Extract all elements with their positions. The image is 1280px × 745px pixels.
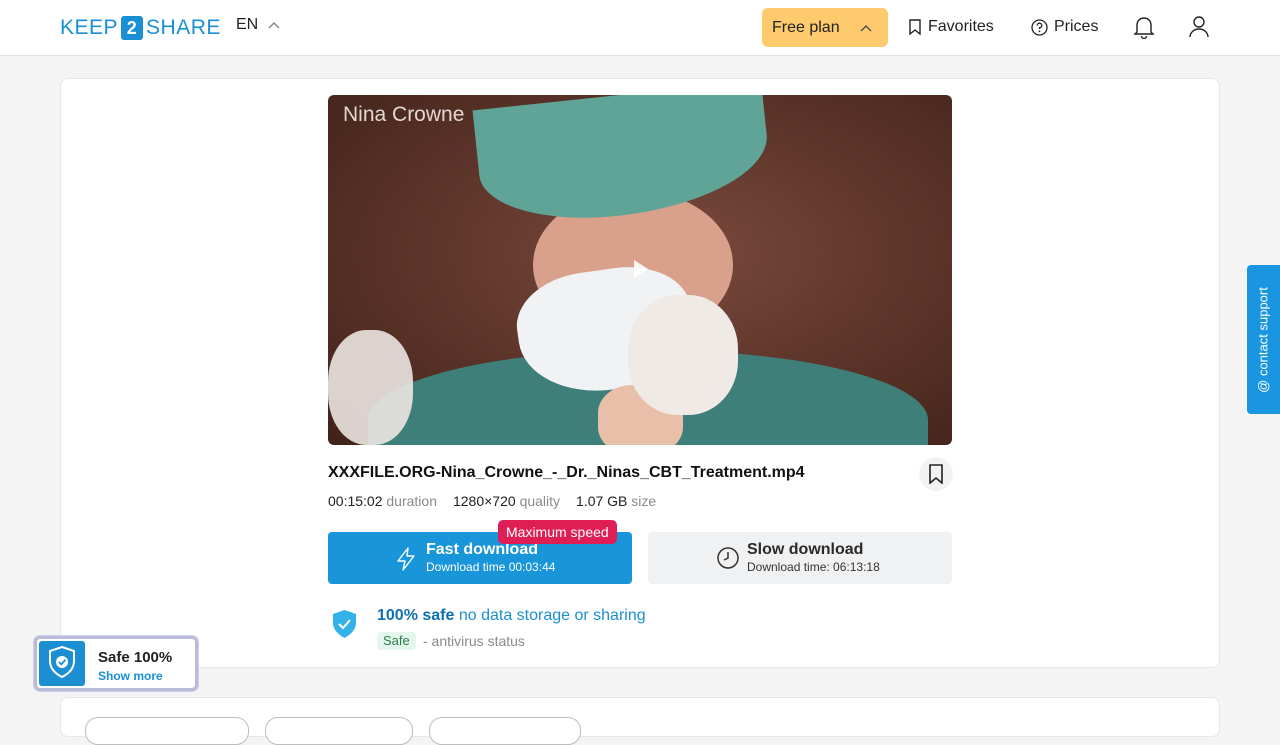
help-circle-icon (1031, 18, 1048, 36)
filter-pill[interactable] (85, 717, 249, 745)
free-plan-label: Free plan (772, 18, 840, 36)
logo-text-left: KEEP (60, 16, 119, 39)
safe-widget[interactable]: Safe 100% Show more (34, 636, 198, 691)
antivirus-status-text: - antivirus status (423, 633, 525, 649)
quality-label: quality (519, 493, 561, 509)
user-icon (1189, 16, 1209, 38)
favorites-label: Favorites (928, 18, 994, 35)
duration-label: duration (386, 493, 437, 509)
meta-quality: 1280×720 quality (453, 493, 560, 509)
chevron-up-icon (860, 24, 872, 32)
chevron-up-icon (268, 21, 280, 29)
quality-value: 1280×720 (452, 493, 516, 509)
filter-pill[interactable] (265, 717, 413, 745)
bottom-card (60, 697, 1220, 745)
bookmark-icon (929, 464, 943, 484)
shield-check-icon (333, 610, 356, 638)
fast-download-time: Download time 00:03:44 (426, 560, 556, 574)
slow-download-button[interactable]: Slow download Download time: 06:13:18 (648, 532, 952, 584)
maximum-speed-badge: Maximum speed (498, 520, 617, 544)
keep2share-logo[interactable]: KEEP 2 SHARE (60, 14, 221, 42)
meta-duration: 00:15:02 duration (328, 493, 437, 509)
preview-art (628, 295, 738, 415)
filter-pill[interactable] (429, 717, 581, 745)
shield-check-icon (49, 645, 75, 679)
safe-widget-show-more[interactable]: Show more (98, 669, 163, 683)
lightning-icon (397, 547, 415, 571)
language-label: EN (236, 16, 259, 33)
slow-download-time: Download time: 06:13:18 (747, 560, 880, 574)
slow-download-title: Slow download (747, 541, 864, 558)
logo-number: 2 (121, 16, 144, 40)
preview-art (472, 95, 774, 230)
size-label: size (631, 493, 657, 509)
size-value: 1.07 GB (576, 493, 628, 509)
prices-label: Prices (1054, 18, 1099, 35)
video-preview[interactable]: Nina Crowne (328, 95, 952, 445)
safe-status-chip: Safe (377, 632, 416, 650)
safety-headline-rest: no data storage or sharing (454, 607, 646, 624)
file-meta: 00:15:02 duration 1280×720 quality 1.07 … (328, 493, 656, 509)
duration-value: 00:15:02 (328, 493, 383, 509)
favorites-link[interactable]: Favorites (908, 16, 994, 38)
language-selector[interactable]: EN (236, 16, 280, 34)
contact-support-label: @ contact support (1255, 287, 1271, 393)
preview-watermark: Nina Crowne (343, 103, 465, 126)
safe-widget-title: Safe 100% (98, 649, 173, 666)
notifications-button[interactable] (1131, 14, 1157, 40)
safety-headline-bold: 100% safe (377, 607, 455, 624)
add-favorite-button[interactable] (919, 457, 953, 491)
preview-art (328, 330, 413, 445)
clock-icon (717, 547, 739, 569)
free-plan-button[interactable]: Free plan (762, 8, 888, 47)
bell-icon (1133, 17, 1155, 39)
safe-widget-shield-box (39, 641, 85, 686)
logo-text-right: SHARE (146, 16, 221, 39)
play-icon[interactable] (634, 260, 648, 278)
file-name: XXXFILE.ORG-Nina_Crowne_-_Dr._Ninas_CBT_… (328, 464, 805, 481)
bookmark-icon (909, 19, 921, 35)
meta-size: 1.07 GB size (576, 493, 656, 509)
contact-support-tab[interactable]: @ contact support (1247, 265, 1280, 414)
prices-link[interactable]: Prices (1031, 16, 1098, 38)
top-header: KEEP 2 SHARE EN Free plan Favorites Pric… (0, 0, 1280, 56)
safety-headline: 100% safe no data storage or sharing (377, 607, 646, 625)
account-button[interactable] (1186, 14, 1212, 40)
